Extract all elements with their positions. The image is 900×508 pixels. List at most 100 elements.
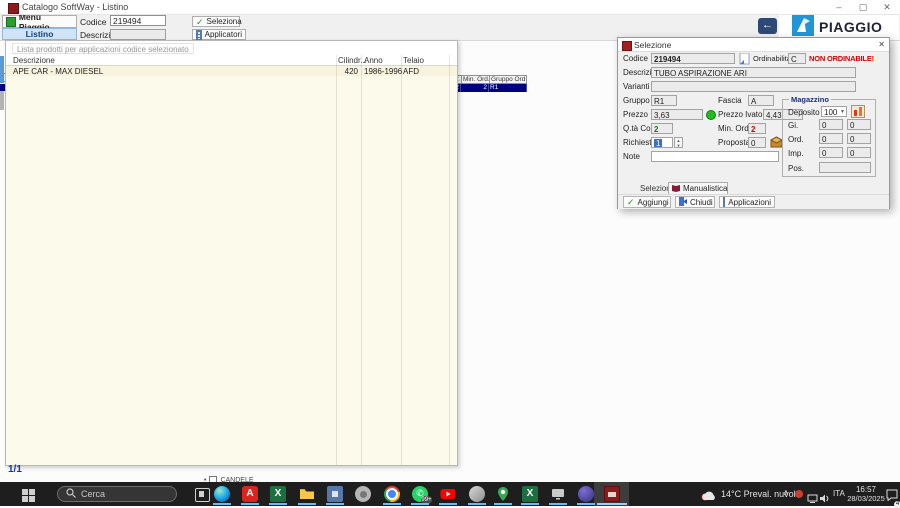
prezzo-ivato-label: Prezzo Ivato (718, 110, 762, 119)
chevron-down-icon: ▼ (840, 108, 846, 117)
piaggio-logo-icon (792, 15, 814, 36)
edge-icon[interactable] (214, 486, 230, 502)
descrizione-input[interactable] (110, 29, 166, 40)
window-titlebar: Catalogo SoftWay - Listino – ▢ ✕ (0, 0, 900, 15)
app-icon-swirl[interactable] (469, 486, 485, 502)
ordinabilita-label: Ordinabilità (753, 54, 791, 63)
richiesta-field[interactable]: 1 (651, 137, 673, 148)
search-box[interactable]: Cerca (57, 486, 177, 502)
search-placeholder: Cerca (81, 489, 105, 499)
search-icon (66, 488, 76, 500)
clock[interactable]: 16:57 28/03/2025 (845, 485, 887, 503)
pos-field (819, 162, 871, 173)
tray-expand-icon[interactable]: ∧ (783, 488, 789, 497)
magazzino-group: Magazzino Deposito 100▼ Gi. 0 0 Ord. 0 0… (782, 99, 876, 177)
grid-icon (196, 30, 202, 40)
weather-icon[interactable] (700, 488, 717, 506)
col-telaio[interactable]: Telaio (403, 56, 424, 65)
pos-label: Pos. (788, 164, 804, 173)
fascia-field[interactable]: A (748, 95, 774, 106)
chrome-icon[interactable] (384, 486, 400, 502)
proposta-field[interactable]: 0 (748, 137, 766, 148)
codice-input[interactable]: 219494 (110, 15, 166, 26)
network-icon[interactable] (807, 490, 818, 508)
app-icon-gray[interactable] (355, 486, 371, 502)
min-ord-field[interactable]: 2 (748, 123, 766, 134)
gruppo-field[interactable]: R1 (651, 95, 677, 106)
notification-center-icon[interactable]: 4 (886, 488, 898, 506)
menu-icon (6, 17, 16, 27)
ordinabilita-field[interactable]: C (788, 53, 806, 64)
maximize-button[interactable]: ▢ (854, 1, 872, 13)
dialog-tabstrip: Selezionato Manualistica (618, 181, 889, 195)
applicazioni-button[interactable]: Applicazioni (719, 196, 775, 208)
varianti-field[interactable] (651, 81, 856, 92)
page-indicator: 1/1 (8, 464, 22, 475)
tab-listino[interactable]: Listino (2, 28, 77, 40)
codice-field[interactable]: 219494 (651, 53, 735, 64)
monitor-app-icon[interactable] (550, 486, 566, 502)
brand-name: PIAGGIO (819, 19, 882, 35)
acrobat-icon[interactable]: A (242, 486, 258, 502)
background-edge-fragment (0, 91, 4, 110)
menu-piaggio-button[interactable]: Menù Piaggio (2, 15, 77, 28)
catalogo-app-icon[interactable] (604, 486, 620, 502)
start-button[interactable] (22, 489, 35, 502)
language-indicator[interactable]: ITA (833, 489, 845, 498)
ordinabilita-status: NON ORDINABILE! (809, 54, 874, 63)
dialog-titlebar[interactable]: Selezione ✕ (618, 38, 889, 52)
prezzo-field[interactable]: 3,63 (651, 109, 703, 120)
gi-label: Gi. (788, 121, 798, 130)
column-header: Gruppo Ord. (489, 75, 527, 84)
window-title: Catalogo SoftWay - Listino (22, 2, 128, 12)
deposito-select[interactable]: 100▼ (821, 106, 847, 117)
tab-manualistica[interactable]: Manualistica (668, 182, 728, 194)
descrizione-field[interactable]: TUBO ASPIRAZIONE ARI (651, 67, 856, 78)
tray-alert-icon[interactable] (795, 490, 803, 498)
ord-label: Ord. (788, 135, 804, 144)
folder-icon[interactable] (299, 486, 315, 502)
dialog-close-button[interactable]: ✕ (878, 40, 885, 49)
close-button[interactable]: ✕ (878, 1, 896, 13)
excel-icon-2[interactable]: X (522, 486, 538, 502)
whatsapp-icon[interactable]: ✆99+ (412, 486, 428, 502)
aggiungi-button[interactable]: ✓ Aggiungi (623, 196, 671, 208)
seleziona-button[interactable]: ✓ Seleziona (192, 16, 240, 27)
gi-field-2: 0 (847, 119, 871, 130)
magazzino-title: Magazzino (789, 95, 831, 104)
app-icon-purple[interactable] (578, 486, 594, 502)
chiudi-button[interactable]: Chiudi (675, 196, 715, 208)
maps-icon[interactable] (495, 486, 511, 502)
task-view-button[interactable] (195, 488, 210, 502)
dialog-button-band: ✓ Aggiungi Chiudi Applicazioni (618, 194, 889, 209)
lista-prodotti-panel: Lista prodotti per applicazioni codice s… (5, 40, 458, 466)
volume-icon[interactable] (820, 490, 830, 508)
codice-label: Codice (623, 54, 648, 63)
qta-conf-field[interactable]: 2 (651, 123, 673, 134)
codice-label: Codice (80, 17, 106, 27)
dialog-title: Selezione (634, 40, 671, 50)
minimize-button[interactable]: – (830, 1, 848, 13)
check-icon: ✓ (627, 198, 635, 206)
col-cilindrata[interactable]: Cilindr... (338, 56, 367, 65)
taskbar: Cerca A X ✆99+ X 14°C Preval. nuvol. ∧ I… (0, 482, 900, 506)
note-field[interactable] (651, 151, 779, 162)
col-anno[interactable]: Anno (364, 56, 383, 65)
imp-field-2: 0 (847, 147, 871, 158)
selezione-dialog: Selezione ✕ Codice 219494 Ordinabilità C… (617, 37, 890, 209)
imp-field-1: 0 (819, 147, 843, 158)
app-icon-blue[interactable] (327, 486, 343, 502)
ord-field-1: 0 (819, 133, 843, 144)
proposta-label: Proposta (718, 138, 750, 147)
selected-table-row[interactable]: 2 2 R1 (451, 84, 527, 92)
col-descrizione[interactable]: Descrizione (13, 56, 55, 65)
richiesta-spinner[interactable]: ▲▼ (674, 137, 683, 148)
excel-icon[interactable]: X (270, 486, 286, 502)
tray-time: 16:57 (845, 485, 887, 494)
column-header: Min. Ord. (461, 75, 490, 84)
imp-label: Imp. (788, 149, 804, 158)
youtube-icon[interactable] (440, 486, 456, 502)
applicatori-button[interactable]: Applicatori (192, 29, 246, 40)
back-button[interactable]: ← (758, 18, 777, 34)
price-status-icon (706, 110, 716, 120)
